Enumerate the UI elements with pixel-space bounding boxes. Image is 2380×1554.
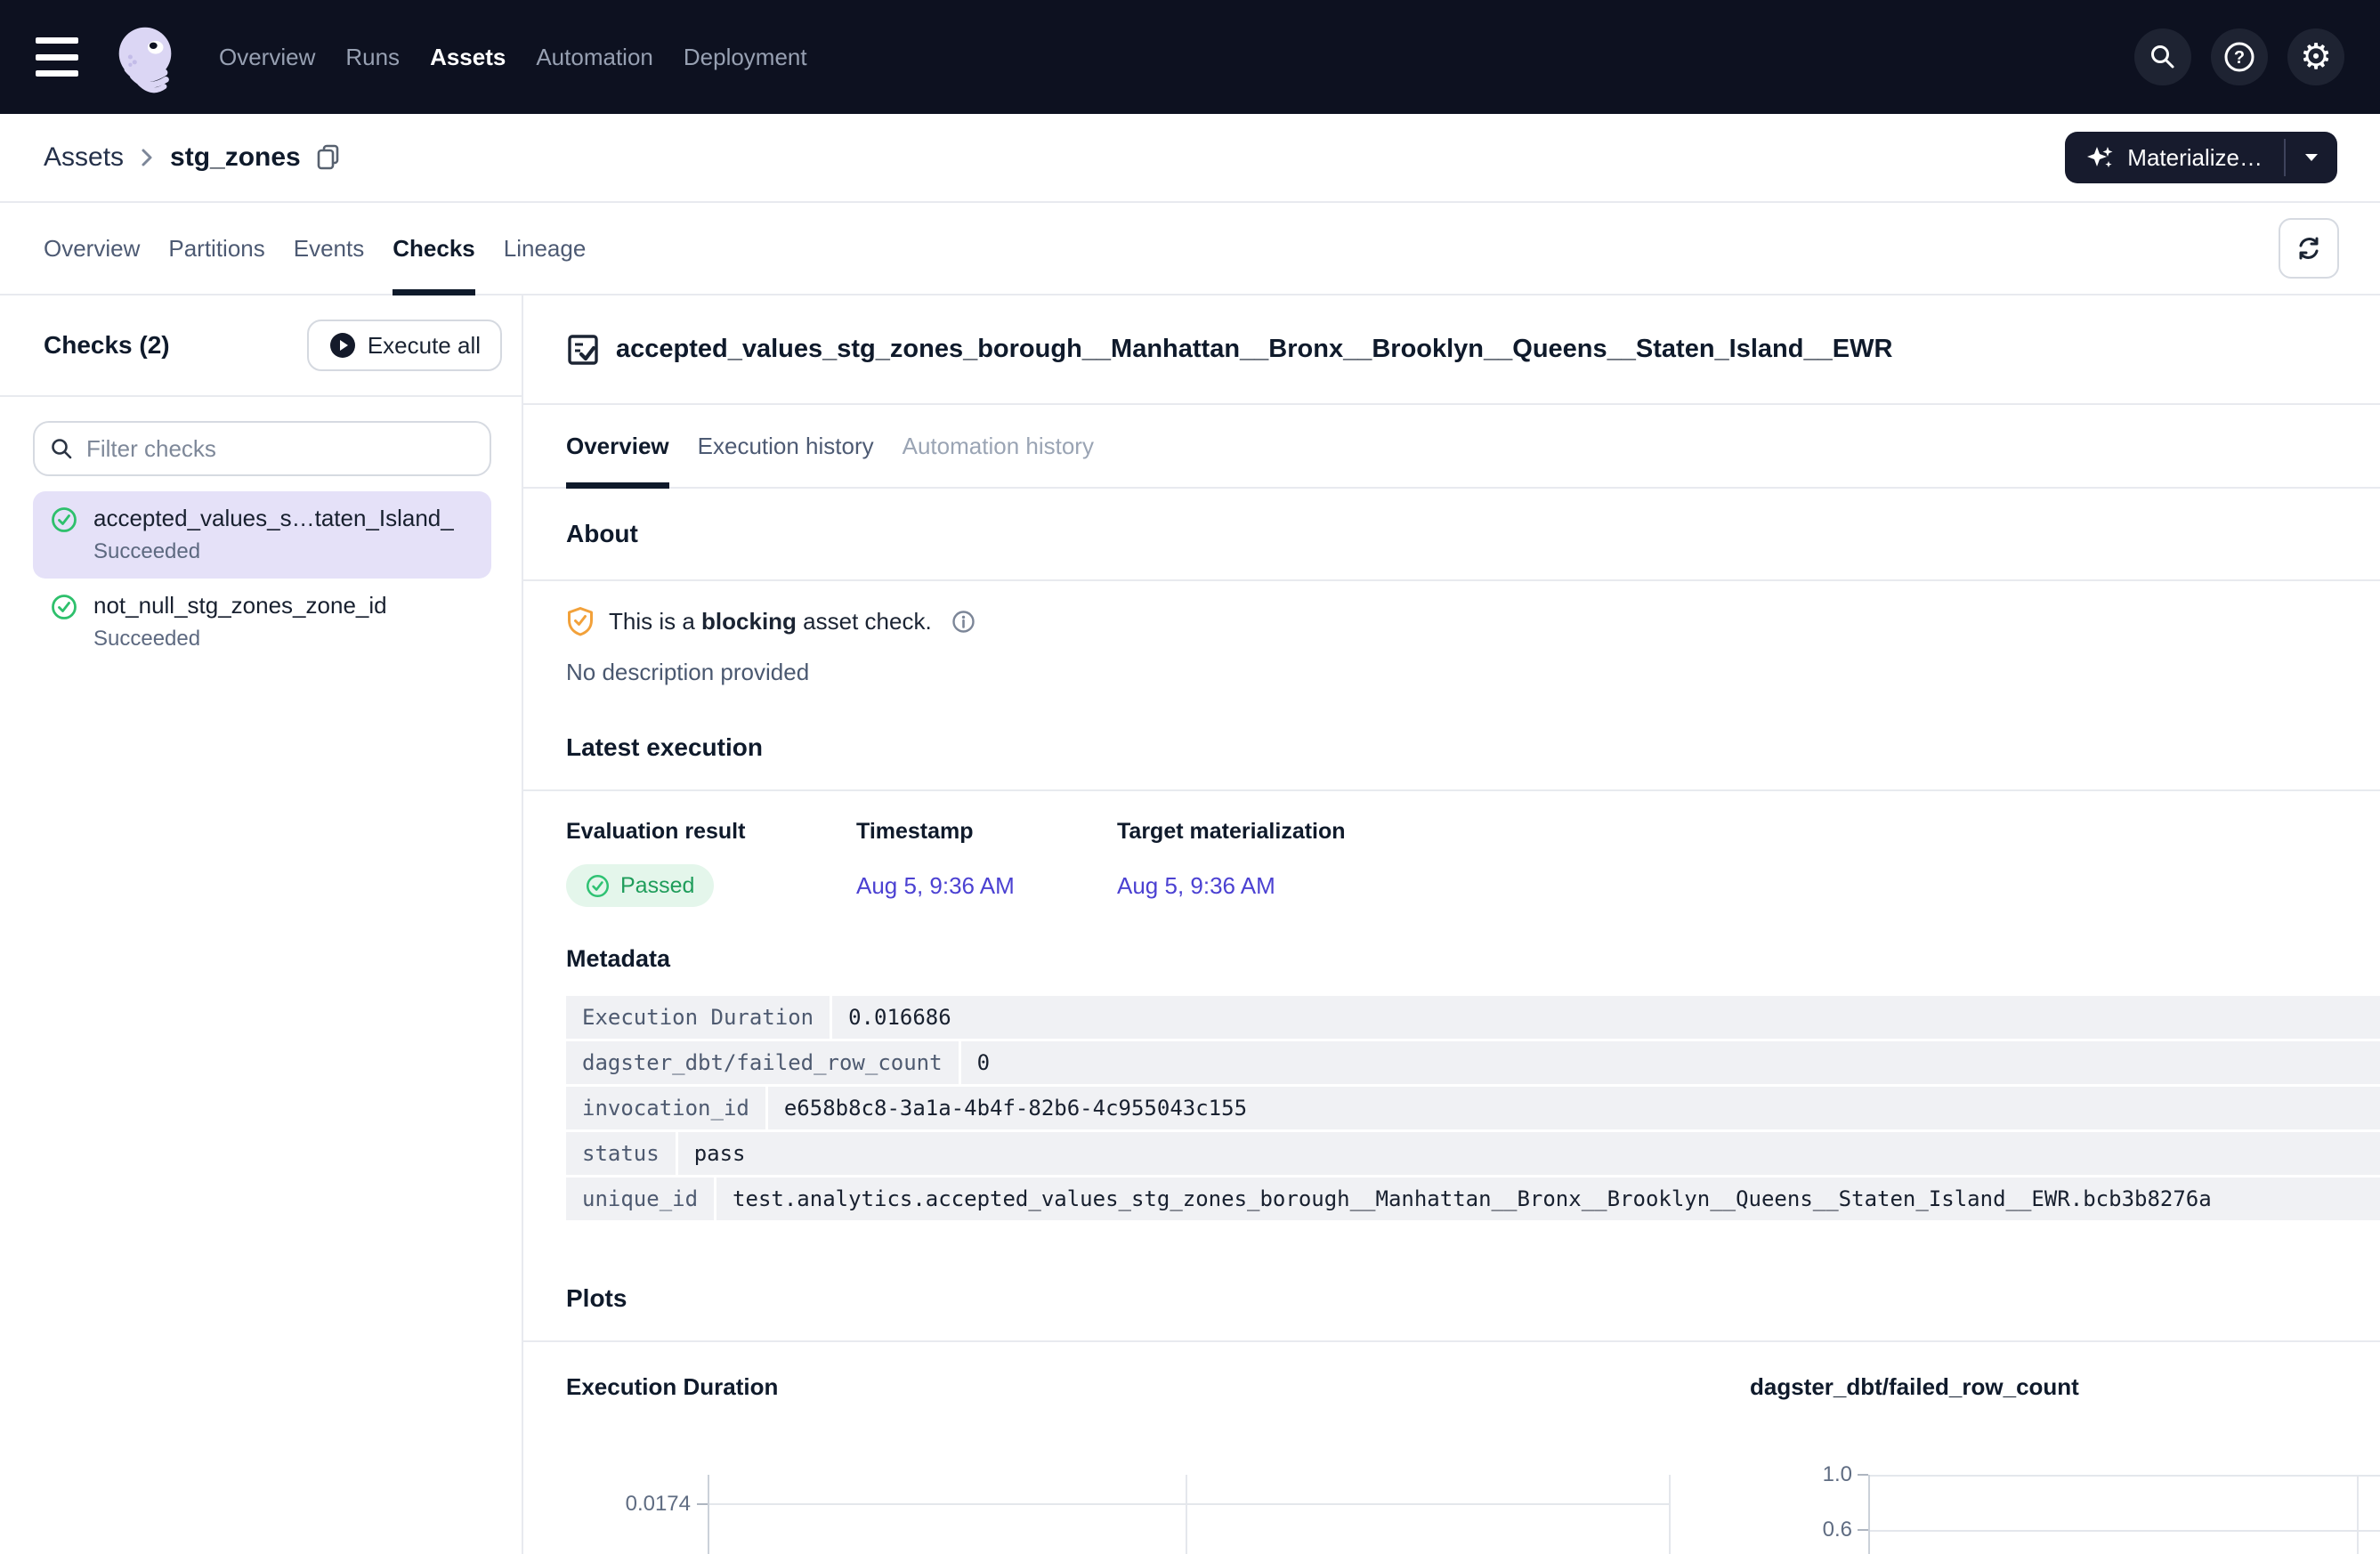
metadata-key: Execution Duration <box>566 996 830 1039</box>
help-icon: ? <box>2222 39 2257 75</box>
settings-button[interactable]: ⚙ <box>2287 28 2344 85</box>
table-row: unique_id test.analytics.accepted_values… <box>566 1178 2380 1220</box>
table-row: status pass <box>566 1132 2380 1175</box>
chart-title: Execution Duration <box>566 1372 1671 1401</box>
check-list-item[interactable]: accepted_values_s…taten_Island_ Succeede… <box>33 491 491 579</box>
check-name: accepted_values_s…taten_Island_ <box>93 503 454 533</box>
execute-all-button[interactable]: Execute all <box>307 320 502 371</box>
metadata-key: status <box>566 1132 676 1175</box>
check-status: Succeeded <box>93 626 387 652</box>
filter-search-icon <box>49 436 74 461</box>
metadata-value: 0.016686 <box>832 996 2380 1039</box>
check-title: accepted_values_stg_zones_borough__Manha… <box>616 335 1892 364</box>
help-button[interactable]: ? <box>2211 28 2268 85</box>
refresh-button[interactable] <box>2279 218 2339 279</box>
nav-overview[interactable]: Overview <box>219 44 315 71</box>
shield-check-icon <box>566 606 595 636</box>
breadcrumb-row: Assets stg_zones Materialize… <box>0 114 2380 203</box>
chevron-right-icon <box>138 145 156 170</box>
tab-overview[interactable]: Overview <box>44 203 140 294</box>
tab-checks[interactable]: Checks <box>393 203 475 294</box>
metadata-key: dagster_dbt/failed_row_count <box>566 1041 959 1084</box>
checks-sidebar: Checks (2) Execute all <box>0 295 523 1554</box>
checklist-icon <box>566 333 600 367</box>
metadata-value: pass <box>678 1132 2380 1175</box>
target-materialization-link[interactable]: Aug 5, 9:36 AM <box>1117 871 1346 900</box>
refresh-icon <box>2294 233 2324 263</box>
materialize-button[interactable]: Materialize… <box>2065 132 2284 183</box>
info-icon[interactable] <box>951 610 975 634</box>
asset-tabs: Overview Partitions Events Checks Lineag… <box>0 203 2380 295</box>
dagster-logo[interactable] <box>107 19 183 95</box>
about-heading: About <box>523 489 2380 581</box>
tab-check-overview[interactable]: Overview <box>566 405 669 487</box>
tab-partitions[interactable]: Partitions <box>168 203 264 294</box>
check-status: Succeeded <box>93 538 454 565</box>
materialize-dropdown-button[interactable] <box>2286 132 2337 183</box>
table-row: Execution Duration 0.016686 <box>566 996 2380 1039</box>
check-detail-panel: accepted_values_stg_zones_borough__Manha… <box>523 295 2380 1554</box>
sparkle-icon <box>2086 143 2115 172</box>
col-evaluation-result: Evaluation result <box>566 818 856 845</box>
copy-icon[interactable] <box>315 143 342 172</box>
timestamp-link[interactable]: Aug 5, 9:36 AM <box>856 871 1117 900</box>
col-timestamp: Timestamp <box>856 818 1117 845</box>
passed-check-icon <box>586 874 610 898</box>
blocking-text: This is a blocking asset check. <box>609 608 932 635</box>
table-row: invocation_id e658b8c8-3a1a-4b4f-82b6-4c… <box>566 1087 2380 1129</box>
primary-nav: Overview Runs Assets Automation Deployme… <box>219 44 807 71</box>
col-target-materialization: Target materialization <box>1117 818 1346 845</box>
metadata-heading: Metadata <box>523 944 2380 973</box>
filter-checks-input[interactable] <box>33 421 491 476</box>
check-list-item[interactable]: not_null_stg_zones_zone_id Succeeded <box>33 579 491 666</box>
caret-down-icon <box>2303 152 2319 163</box>
check-detail-tabs: Overview Execution history Automation hi… <box>523 405 2380 489</box>
materialize-label: Materialize… <box>2127 144 2263 172</box>
metadata-key: unique_id <box>566 1178 714 1220</box>
page-title: stg_zones <box>170 142 301 173</box>
check-success-icon <box>51 506 77 533</box>
failed-row-count-chart: dagster_dbt/failed_row_count 1.0 0.6 <box>1750 1362 2380 1554</box>
metadata-value: e658b8c8-3a1a-4b4f-82b6-4c955043c155 <box>768 1087 2380 1129</box>
tab-automation-history: Automation history <box>903 405 1094 487</box>
metadata-value: 0 <box>961 1041 2380 1084</box>
hamburger-menu-icon[interactable] <box>36 37 84 77</box>
materialize-split-button: Materialize… <box>2065 132 2337 183</box>
y-tick-label: 0.6 <box>1750 1518 1852 1542</box>
gear-icon: ⚙ <box>2300 39 2332 75</box>
check-name: not_null_stg_zones_zone_id <box>93 590 387 620</box>
check-success-icon <box>51 594 77 620</box>
metadata-value: test.analytics.accepted_values_stg_zones… <box>716 1178 2380 1220</box>
nav-runs[interactable]: Runs <box>345 44 400 71</box>
plots-heading: Plots <box>523 1223 2380 1342</box>
nav-automation[interactable]: Automation <box>536 44 653 71</box>
svg-text:?: ? <box>2234 48 2245 68</box>
breadcrumb-assets-link[interactable]: Assets <box>44 142 124 173</box>
tab-execution-history[interactable]: Execution history <box>698 405 874 487</box>
latest-execution-heading: Latest execution <box>523 686 2380 789</box>
chart-title: dagster_dbt/failed_row_count <box>1750 1372 2380 1401</box>
tab-lineage[interactable]: Lineage <box>504 203 587 294</box>
tab-events[interactable]: Events <box>294 203 365 294</box>
nav-assets[interactable]: Assets <box>430 44 506 71</box>
nav-deployment[interactable]: Deployment <box>684 44 807 71</box>
y-tick-label: 0.0174 <box>566 1492 691 1517</box>
execution-duration-chart: Execution Duration 0.0174 <box>566 1362 1671 1554</box>
play-circle-icon <box>328 331 357 360</box>
metadata-key: invocation_id <box>566 1087 765 1129</box>
top-navbar: Overview Runs Assets Automation Deployme… <box>0 0 2380 114</box>
search-icon <box>2148 42 2178 72</box>
table-row: dagster_dbt/failed_row_count 0 <box>566 1041 2380 1084</box>
no-description-text: No description provided <box>566 658 2380 686</box>
metadata-table: Execution Duration 0.016686 dagster_dbt/… <box>566 996 2380 1220</box>
checks-count-heading: Checks (2) <box>44 331 170 360</box>
search-button[interactable] <box>2134 28 2191 85</box>
passed-badge: Passed <box>566 864 714 907</box>
y-tick-label: 1.0 <box>1750 1462 1852 1487</box>
